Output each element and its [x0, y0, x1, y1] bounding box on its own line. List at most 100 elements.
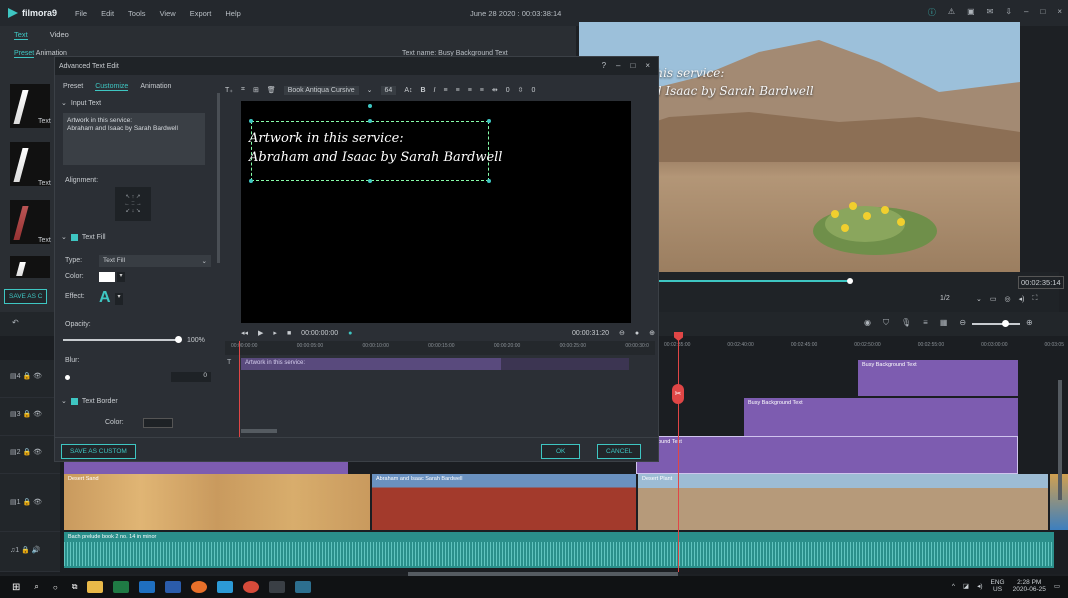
input-text-section[interactable]: ⌄ Input Text: [61, 99, 101, 108]
mixer-icon[interactable]: ≡: [923, 318, 928, 328]
delete-icon[interactable]: 🗑: [267, 86, 276, 94]
alignment-grid[interactable]: ↖ ↑ ↗ ← ⁚⁚ → ↙ ↓ ↘: [115, 187, 151, 221]
marker-icon[interactable]: ⛉: [883, 318, 889, 328]
save-as-custom-side-button[interactable]: SAVE AS C: [4, 289, 48, 304]
chevron-down-icon[interactable]: ▾: [117, 272, 125, 282]
text-clip[interactable]: Busy Background Text: [744, 398, 1018, 436]
cortana-icon[interactable]: ○: [53, 583, 58, 592]
subtab-preset[interactable]: Preset: [14, 50, 35, 58]
timeline-ruler[interactable]: 00:02:35:00 00:02:40:00 00:02:45:00 00:0…: [660, 336, 1068, 352]
notifications-icon[interactable]: ▭: [1054, 582, 1060, 590]
play-icon[interactable]: ▶: [258, 329, 263, 337]
language-indicator[interactable]: ENG US: [991, 579, 1005, 593]
effect-preview[interactable]: A: [99, 289, 111, 307]
resize-handle[interactable]: [487, 119, 491, 123]
chevron-down-icon[interactable]: ▾: [115, 293, 123, 305]
text-fill-checkbox[interactable]: [70, 233, 78, 241]
word-icon[interactable]: [165, 581, 182, 593]
text-clip[interactable]: Busy Background Text: [858, 360, 1018, 396]
text-border-checkbox[interactable]: [70, 397, 78, 405]
letter-spacing-icon[interactable]: ⇹: [492, 86, 498, 94]
task-view-icon[interactable]: ⧉: [72, 582, 78, 592]
volume-icon[interactable]: ◂): [977, 582, 982, 590]
fullscreen-icon[interactable]: ⛶: [1032, 295, 1037, 303]
opacity-knob[interactable]: [175, 336, 182, 343]
align-justify-icon[interactable]: ≡: [480, 87, 484, 94]
dialog-ruler[interactable]: 00:00:00:00 00:00:05:00 00:00:10:00 00:0…: [225, 341, 655, 355]
text-edit-canvas[interactable]: Artwork in this service: Abraham and Isa…: [241, 101, 631, 323]
blur-knob[interactable]: [65, 375, 70, 380]
resize-handle[interactable]: [249, 119, 253, 123]
zoom-knob[interactable]: [1002, 320, 1009, 327]
audio-track-header[interactable]: ♫1 🔒 🔊: [0, 532, 60, 572]
quality-select[interactable]: 1/2: [940, 295, 950, 302]
cancel-button[interactable]: CANCEL: [597, 444, 642, 459]
close-icon[interactable]: ×: [1057, 7, 1062, 18]
firefox-icon[interactable]: [191, 581, 208, 593]
border-color-swatch[interactable]: [143, 418, 173, 428]
info-icon[interactable]: ⓘ: [928, 7, 936, 18]
align-center-icon[interactable]: ≡: [456, 87, 460, 94]
zoom-in-icon[interactable]: ⊕: [649, 329, 655, 337]
dialog-playhead[interactable]: [239, 341, 240, 451]
stop-icon[interactable]: ■: [287, 330, 291, 337]
windows-start-icon[interactable]: ⊞: [12, 582, 20, 593]
chevron-down-icon[interactable]: ⌄: [367, 86, 373, 94]
blur-value[interactable]: 0: [171, 372, 211, 382]
tab-animation[interactable]: Animation: [140, 83, 171, 91]
canvas-text[interactable]: Artwork in this service: Abraham and Isa…: [249, 129, 502, 167]
video-clip[interactable]: Abraham and Isaac Sarah Bardwell: [372, 474, 636, 530]
rotate-handle[interactable]: [368, 104, 372, 108]
resize-handle[interactable]: [487, 179, 491, 183]
track-header-4[interactable]: ▤4 🔒 👁: [0, 360, 60, 398]
tab-video[interactable]: Video: [50, 30, 69, 40]
scissors-icon[interactable]: ✂: [672, 384, 684, 404]
menu-export[interactable]: Export: [190, 9, 212, 18]
fill-color-swatch[interactable]: [99, 272, 115, 282]
play-knob[interactable]: ●: [348, 330, 352, 337]
text-fill-section[interactable]: ⌄ Text Fill: [61, 233, 106, 241]
preset-thumb-4[interactable]: [10, 256, 50, 278]
chevron-up-icon[interactable]: ^: [952, 583, 955, 590]
minimize-icon[interactable]: –: [1024, 7, 1028, 18]
image-icon[interactable]: ⊞: [253, 86, 259, 94]
tab-preset[interactable]: Preset: [63, 83, 83, 91]
save-icon[interactable]: ▣: [967, 7, 975, 18]
zoom-slider[interactable]: [972, 323, 1020, 325]
mail-icon[interactable]: ✉: [987, 7, 994, 18]
tab-text[interactable]: Text: [14, 30, 28, 40]
settings-scrollbar[interactable]: [217, 93, 220, 263]
undo-icon[interactable]: ↶: [12, 318, 19, 327]
track-header-3[interactable]: ▤3 🔒 👁: [0, 398, 60, 436]
snapshot-icon[interactable]: ◎: [1005, 295, 1011, 303]
resize-handle[interactable]: [368, 179, 372, 183]
save-as-custom-button[interactable]: SAVE AS CUSTOM: [61, 444, 136, 459]
text-size-icon[interactable]: A↕: [404, 87, 412, 94]
menu-tools[interactable]: Tools: [128, 9, 146, 18]
tab-customize[interactable]: Customize: [95, 83, 129, 91]
volume-icon[interactable]: ◂): [1019, 295, 1025, 303]
dialog-timeline-scrollbar[interactable]: [241, 429, 277, 433]
video-clip[interactable]: Desert Sand: [64, 474, 370, 530]
timeline-vscrollbar[interactable]: [1058, 380, 1062, 500]
italic-icon[interactable]: I: [434, 87, 436, 94]
text-clip[interactable]: Background Text: [636, 436, 1018, 474]
menu-edit[interactable]: Edit: [101, 9, 114, 18]
outlook-icon[interactable]: [139, 581, 156, 593]
text-tool-icon[interactable]: T₊: [225, 86, 233, 94]
edge-icon[interactable]: [217, 581, 234, 593]
clip-icon[interactable]: ▦: [940, 318, 948, 328]
menu-help[interactable]: Help: [225, 9, 240, 18]
shape-icon[interactable]: ⌗: [241, 86, 245, 94]
timeline-playhead[interactable]: [678, 336, 679, 572]
clock[interactable]: 2:28 PM 2020-06-25: [1013, 579, 1046, 593]
track-header-2[interactable]: ▤2 🔒 👁: [0, 436, 60, 474]
monitor-icon[interactable]: ▭: [990, 295, 997, 303]
zoom-out-icon[interactable]: ⊖: [619, 329, 625, 337]
zoom-knob[interactable]: ●: [635, 330, 639, 337]
letter-spacing-value[interactable]: 0: [506, 87, 510, 94]
menu-file[interactable]: File: [75, 9, 87, 18]
video-clip[interactable]: Desert Plant: [638, 474, 1048, 530]
next-icon[interactable]: ▸: [273, 329, 277, 337]
download-icon[interactable]: ⇩: [1005, 7, 1012, 18]
